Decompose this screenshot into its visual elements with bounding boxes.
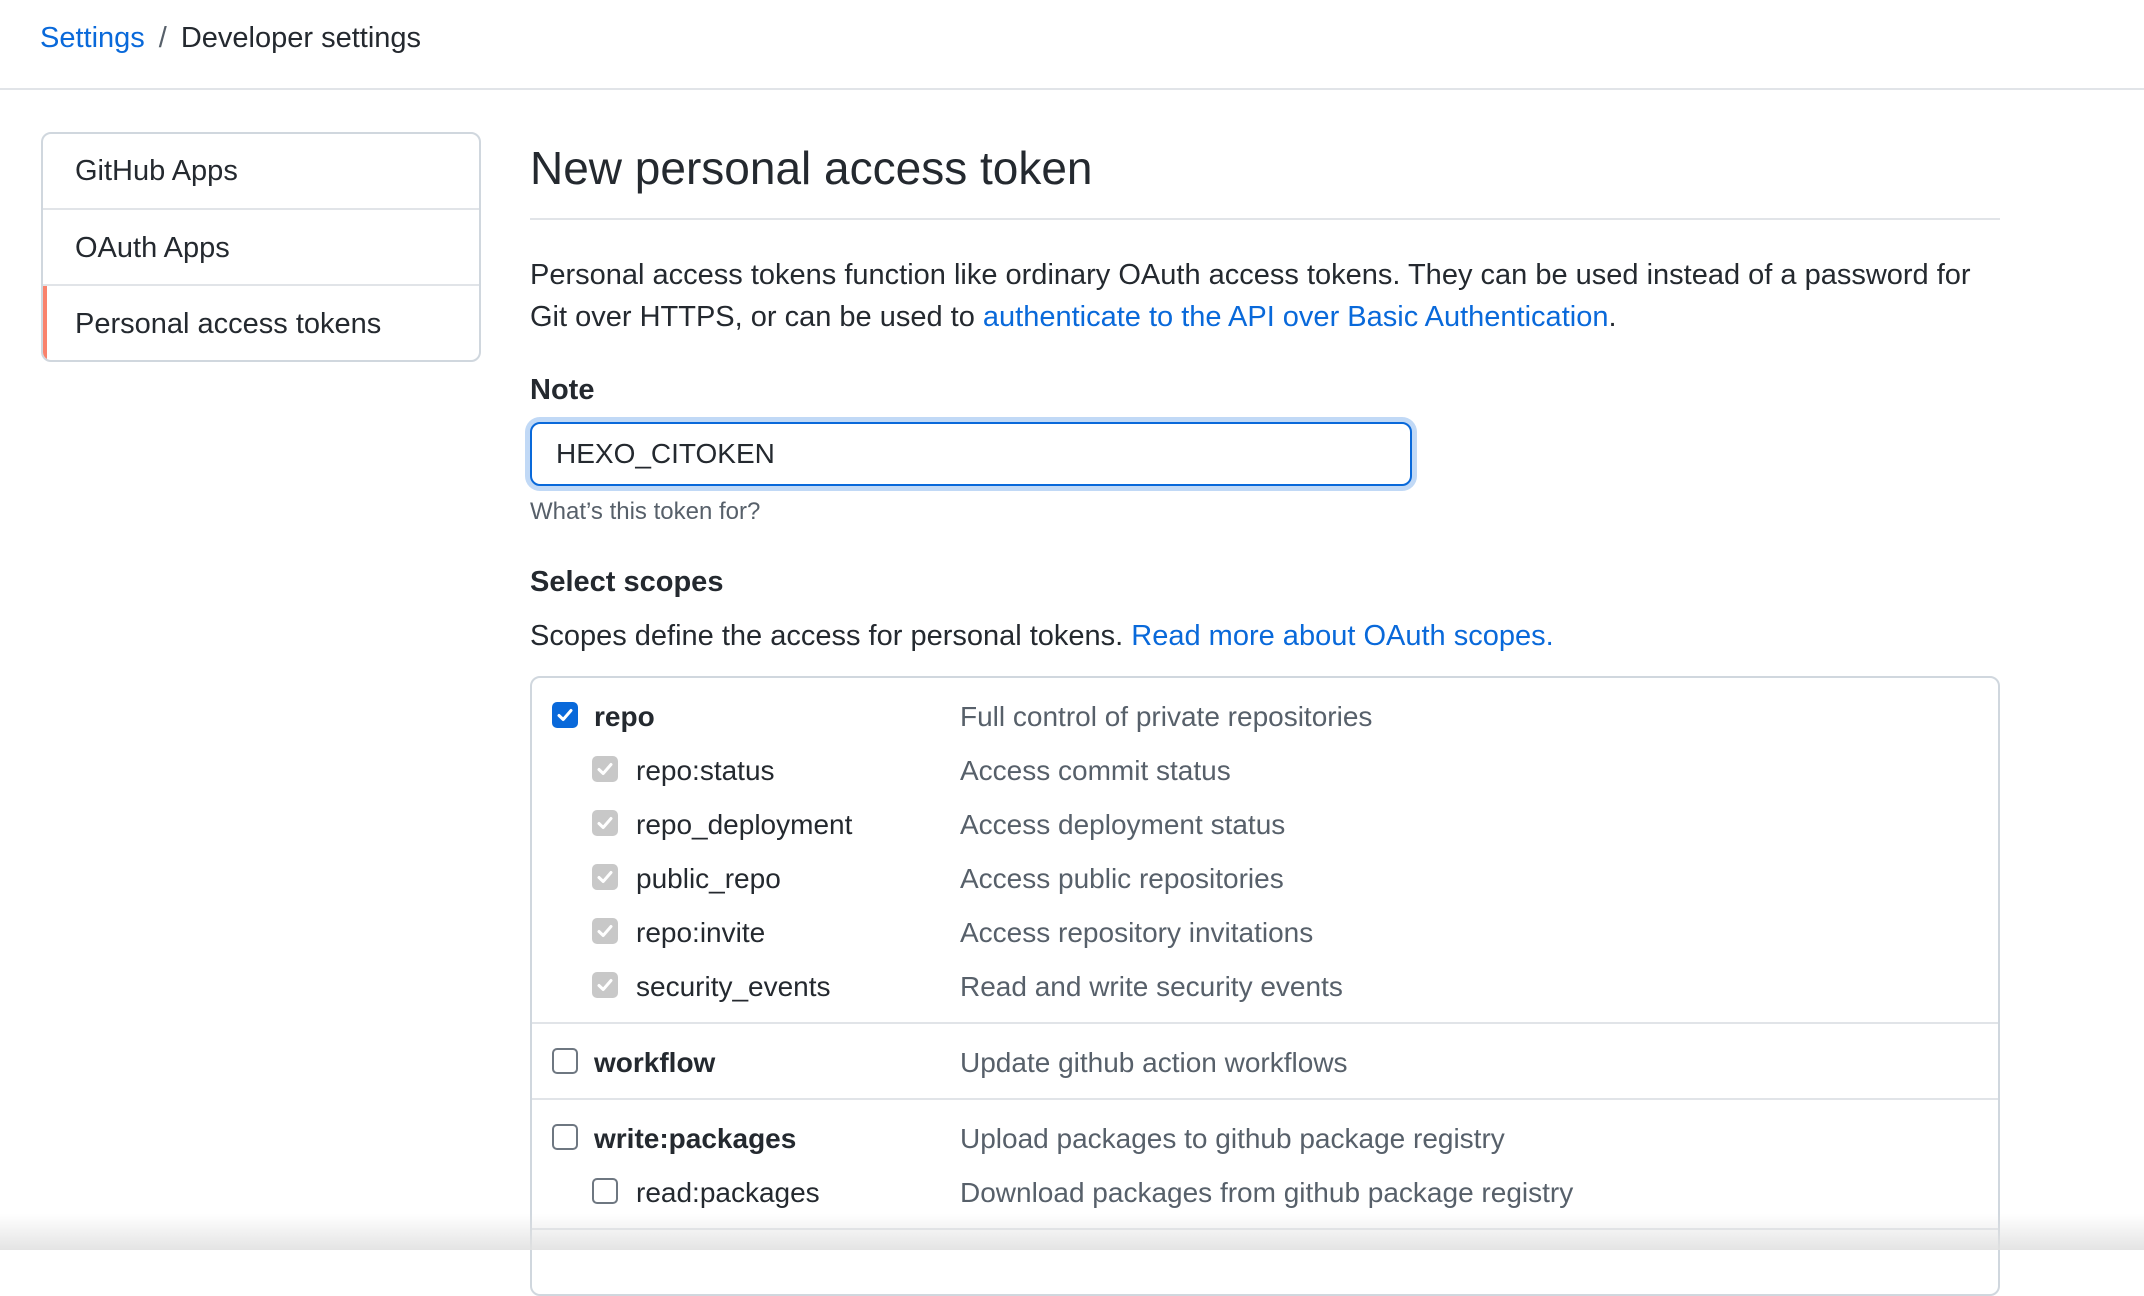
scope-name: write:packages — [594, 1123, 797, 1154]
note-label: Note — [530, 374, 595, 406]
title-divider — [530, 218, 2000, 220]
workflow-checkbox[interactable] — [552, 1048, 578, 1074]
breadcrumb-current: Developer settings — [180, 22, 422, 54]
checkmark-icon — [597, 925, 613, 937]
security-events-checkbox — [592, 972, 618, 998]
scope-description: Read and write security events — [960, 971, 1343, 1002]
scope-description: Access public repositories — [960, 863, 1284, 894]
breadcrumb: Settings / Developer settings — [40, 18, 421, 58]
scope-row-public-repo: public_repo Access public repositories — [532, 852, 1998, 906]
intro-end: . — [1608, 301, 1617, 333]
scope-group-workflow: workflow Update github action workflows — [532, 1024, 1998, 1100]
scope-description: Full control of private repositories — [960, 701, 1373, 732]
repo-status-checkbox — [592, 756, 618, 782]
scope-name: security_events — [636, 971, 831, 1002]
scope-name: repo:invite — [636, 917, 766, 948]
scopes-desc-text: Scopes define the access for personal to… — [530, 620, 1132, 652]
scopes-description: Scopes define the access for personal to… — [530, 616, 1554, 656]
checkmark-icon — [597, 979, 613, 991]
checkmark-icon — [597, 763, 613, 775]
sidebar-nav: GitHub Apps OAuth Apps Personal access t… — [41, 132, 481, 362]
scope-description: Access deployment status — [960, 809, 1286, 840]
scope-row-workflow: workflow Update github action workflows — [532, 1036, 1998, 1090]
sidebar-item-personal-access-tokens[interactable]: Personal access tokens — [43, 284, 479, 360]
scope-row-repo: repo Full control of private repositorie… — [532, 690, 1998, 744]
scope-group-repo: repo Full control of private repositorie… — [532, 678, 1998, 1024]
note-input[interactable] — [530, 422, 1412, 486]
public-repo-checkbox — [592, 864, 618, 890]
read-packages-checkbox[interactable] — [592, 1178, 618, 1204]
scope-description: Update github action workflows — [960, 1047, 1348, 1078]
scope-name: read:packages — [636, 1177, 820, 1208]
sidebar-item-github-apps[interactable]: GitHub Apps — [43, 134, 479, 208]
scope-name: repo_deployment — [636, 809, 853, 840]
repo-checkbox[interactable] — [552, 702, 578, 728]
sidebar-item-oauth-apps[interactable]: OAuth Apps — [43, 208, 479, 284]
write-packages-checkbox[interactable] — [552, 1124, 578, 1150]
scope-description: Upload packages to github package regist… — [960, 1123, 1505, 1154]
scope-description: Access repository invitations — [960, 917, 1314, 948]
breadcrumb-separator: / — [158, 22, 167, 54]
scope-row-repo-status: repo:status Access commit status — [532, 744, 1998, 798]
scope-row-security-events: security_events Read and write security … — [532, 960, 1998, 1014]
repo-invite-checkbox — [592, 918, 618, 944]
checkmark-icon — [597, 817, 613, 829]
note-help-text: What’s this token for? — [530, 498, 761, 525]
scope-name: workflow — [594, 1047, 716, 1078]
scope-name: public_repo — [636, 863, 781, 894]
scope-group-write-packages: write:packages Upload packages to github… — [532, 1100, 1998, 1230]
repo-deployment-checkbox — [592, 810, 618, 836]
scopes-list: repo Full control of private repositorie… — [530, 676, 2000, 1296]
scope-row-read-packages: read:packages Download packages from git… — [532, 1166, 1998, 1220]
page-title: New personal access token — [530, 142, 1093, 194]
checkmark-icon — [557, 709, 573, 721]
main-content: New personal access token Personal acces… — [530, 0, 2002, 1296]
checkmark-icon — [597, 871, 613, 883]
basic-auth-link[interactable]: authenticate to the API over Basic Authe… — [983, 301, 1609, 333]
scope-description: Access commit status — [960, 755, 1231, 786]
scope-row-repo-deployment: repo_deployment Access deployment status — [532, 798, 1998, 852]
intro-paragraph: Personal access tokens function like ord… — [530, 254, 2000, 338]
oauth-scopes-link[interactable]: Read more about OAuth scopes. — [1131, 620, 1553, 652]
breadcrumb-settings-link[interactable]: Settings — [40, 22, 145, 54]
scope-name: repo:status — [636, 755, 775, 786]
scope-row-repo-invite: repo:invite Access repository invitation… — [532, 906, 1998, 960]
select-scopes-heading: Select scopes — [530, 566, 724, 598]
scope-name: repo — [594, 701, 655, 732]
scope-description: Download packages from github package re… — [960, 1177, 1574, 1208]
scope-row-write-packages: write:packages Upload packages to github… — [532, 1112, 1998, 1166]
